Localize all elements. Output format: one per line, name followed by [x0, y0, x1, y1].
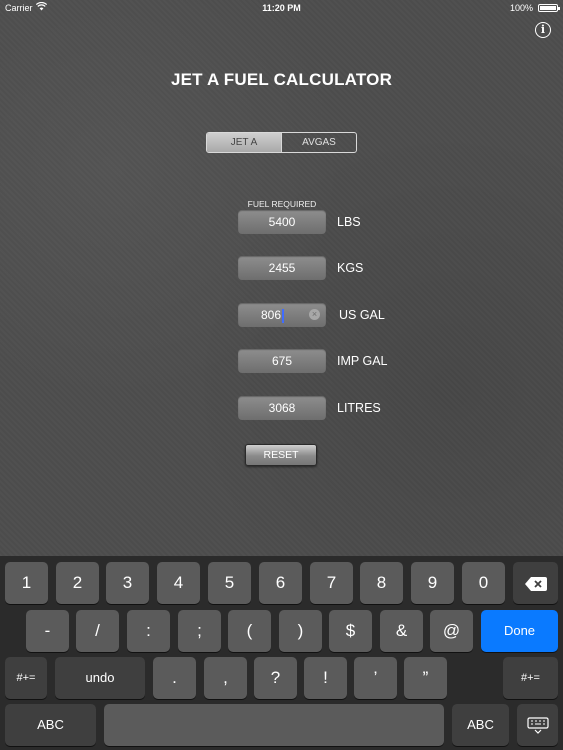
us-gal-unit: US GAL — [339, 308, 385, 322]
done-button[interactable]: Done — [481, 610, 558, 652]
segment-avgas[interactable]: AVGAS — [282, 133, 356, 152]
key-3[interactable]: 3 — [106, 562, 149, 604]
battery-percent: 100% — [509, 3, 533, 13]
kgs-field[interactable]: 2455 — [238, 256, 326, 280]
key-hyphen[interactable]: - — [26, 610, 69, 652]
space-bar[interactable] — [104, 704, 444, 746]
lbs-field[interactable]: 5400 — [238, 210, 326, 234]
key-open-paren[interactable]: ( — [228, 610, 271, 652]
key-comma[interactable]: , — [204, 657, 247, 699]
key-colon[interactable]: : — [127, 610, 170, 652]
key-dollar[interactable]: $ — [329, 610, 372, 652]
fuel-type-segment[interactable]: JET A AVGAS — [206, 132, 357, 153]
key-close-paren[interactable]: ) — [279, 610, 322, 652]
abc-key-left[interactable]: ABC — [5, 704, 96, 746]
key-apostrophe[interactable]: ’ — [354, 657, 397, 699]
status-bar: Carrier 11:20 PM 100% — [0, 0, 563, 16]
page-title: JET A FUEL CALCULATOR — [170, 70, 393, 89]
backspace-icon — [524, 576, 547, 591]
key-0[interactable]: 0 — [462, 562, 505, 604]
key-5[interactable]: 5 — [208, 562, 251, 604]
fuel-required-label: FUEL REQUIRED — [247, 199, 317, 209]
text-caret — [282, 308, 284, 323]
key-question[interactable]: ? — [254, 657, 297, 699]
clear-text-icon[interactable]: × — [309, 309, 320, 320]
abc-key-right[interactable]: ABC — [452, 704, 509, 746]
keyboard-dismiss-icon — [526, 716, 549, 734]
clock: 11:20 PM — [262, 3, 301, 13]
us-gal-field[interactable]: 806 × — [238, 303, 326, 327]
litres-value: 3068 — [268, 401, 296, 415]
more-symbols-key-left[interactable]: #+= — [5, 657, 47, 699]
lbs-value: 5400 — [268, 215, 296, 229]
imp-gal-value: 675 — [271, 354, 293, 368]
keyboard: 1 2 3 4 5 6 7 8 9 0 - / : ; ( ) $ & @ Do… — [0, 556, 563, 750]
battery-icon — [538, 4, 560, 12]
more-symbols-key-right[interactable]: #+= — [503, 657, 558, 699]
key-semicolon[interactable]: ; — [178, 610, 221, 652]
kgs-value: 2455 — [268, 261, 296, 275]
key-7[interactable]: 7 — [310, 562, 353, 604]
imp-gal-unit: IMP GAL — [337, 354, 388, 368]
key-exclamation[interactable]: ! — [304, 657, 347, 699]
key-1[interactable]: 1 — [5, 562, 48, 604]
hide-keyboard-key[interactable] — [517, 704, 558, 746]
key-8[interactable]: 8 — [360, 562, 403, 604]
litres-unit: LITRES — [337, 401, 381, 415]
key-ampersand[interactable]: & — [380, 610, 423, 652]
litres-field[interactable]: 3068 — [238, 396, 326, 420]
backspace-key[interactable] — [513, 562, 558, 604]
calculator-screen: Carrier 11:20 PM 100% i JET A FUEL CALCU… — [0, 0, 563, 556]
reset-button[interactable]: RESET — [245, 444, 317, 466]
key-4[interactable]: 4 — [157, 562, 200, 604]
key-slash[interactable]: / — [76, 610, 119, 652]
segment-jet-a[interactable]: JET A — [207, 133, 282, 152]
key-2[interactable]: 2 — [56, 562, 99, 604]
key-quote[interactable]: ” — [404, 657, 447, 699]
us-gal-value: 806 — [261, 308, 282, 322]
key-at[interactable]: @ — [430, 610, 473, 652]
key-period[interactable]: . — [153, 657, 196, 699]
key-9[interactable]: 9 — [411, 562, 454, 604]
lbs-unit: LBS — [337, 215, 361, 229]
imp-gal-field[interactable]: 675 — [238, 349, 326, 373]
info-icon[interactable]: i — [535, 22, 551, 38]
undo-key[interactable]: undo — [55, 657, 145, 699]
kgs-unit: KGS — [337, 261, 364, 275]
key-6[interactable]: 6 — [259, 562, 302, 604]
